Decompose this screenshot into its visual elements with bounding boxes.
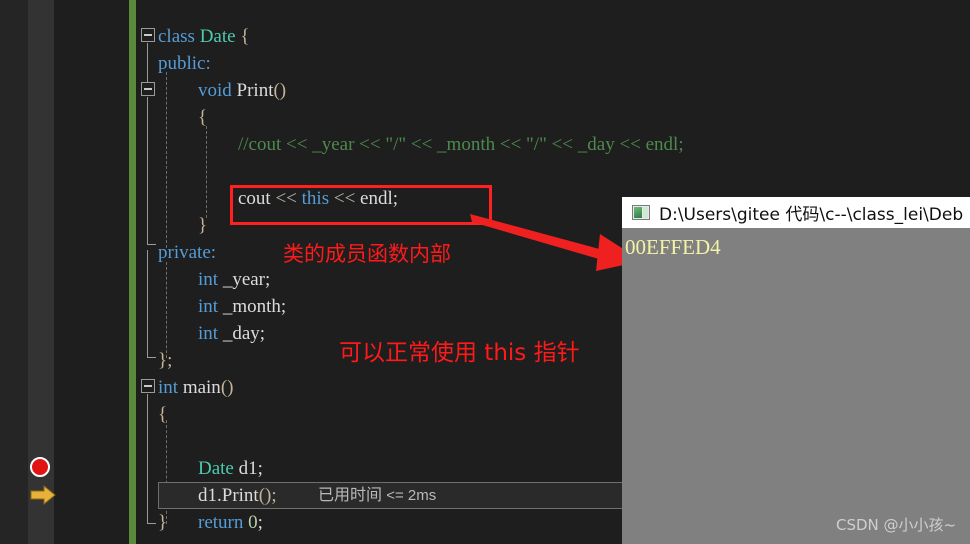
- parens: ();: [258, 485, 277, 506]
- red-highlight-box: [230, 185, 492, 225]
- variable-d1: d1;: [233, 458, 263, 479]
- change-bar: [129, 0, 136, 544]
- fold-toggle-class-date[interactable]: [141, 28, 155, 42]
- indent-guide: [166, 262, 167, 358]
- code-line-159: Date d1;: [198, 455, 263, 482]
- member-year: _year;: [222, 269, 271, 290]
- annotation-note-1: 类的成员函数内部: [283, 242, 451, 266]
- literal-zero: 0: [243, 512, 258, 533]
- keyword-private: private:: [158, 242, 217, 263]
- fold-guide-elbow: [147, 523, 156, 524]
- fold-toggle-main[interactable]: [141, 379, 155, 393]
- indent-guide: [206, 126, 207, 218]
- variable-d1: d1.: [198, 485, 222, 506]
- code-line-152: int _year;: [198, 266, 270, 293]
- keyword-int: int: [198, 269, 219, 290]
- console-title-text: D:\Users\gitee 代码\c--\class_lei\Deb: [659, 205, 964, 225]
- code-line-155: };: [158, 347, 172, 374]
- code-line-150: }: [198, 212, 207, 239]
- brace: }: [158, 512, 168, 533]
- code-line-162: }: [158, 509, 167, 536]
- console-app-icon: [632, 205, 650, 220]
- code-line-145: void Print(): [198, 77, 286, 104]
- code-line-154: int _day;: [198, 320, 265, 347]
- member-month: _month;: [222, 296, 287, 317]
- code-line-157: {: [158, 401, 167, 428]
- codelens-value: <= 2ms: [386, 487, 437, 504]
- code-line-143: class Date {: [158, 23, 249, 50]
- brace: {: [158, 404, 168, 425]
- console-output-text: 00EFFED4: [625, 235, 721, 259]
- brace: }: [198, 215, 208, 236]
- code-line-153: int _month;: [198, 293, 286, 320]
- code-line-161: return 0;: [198, 509, 263, 536]
- console-title-bar[interactable]: D:\Users\gitee 代码\c--\class_lei\Deb: [622, 197, 970, 228]
- keyword-return: return: [198, 512, 244, 533]
- comment-text: //cout << _year << "/" << _month << "/" …: [238, 134, 684, 155]
- code-line-156: int main(): [158, 374, 233, 401]
- parens: (): [220, 377, 234, 398]
- semicolon: ;: [257, 512, 263, 533]
- fold-guide-elbow: [147, 357, 156, 358]
- keyword-void: void: [198, 80, 232, 101]
- code-line-160: d1.Print();: [198, 482, 277, 509]
- fold-toggle-print[interactable]: [141, 82, 155, 96]
- type-date: Date: [199, 26, 236, 47]
- keyword-class: class: [158, 26, 195, 47]
- fold-guide: [147, 97, 148, 244]
- keyword-int: int: [158, 377, 179, 398]
- annotation-note-2: 可以正常使用 this 指针: [339, 340, 580, 366]
- fold-guide-elbow: [147, 244, 156, 245]
- member-day: _day;: [222, 323, 266, 344]
- watermark: CSDN @小小孩~: [836, 516, 957, 534]
- breakpoint-glyph[interactable]: [30, 457, 50, 477]
- brace: {: [198, 107, 208, 128]
- codelens-elapsed-time[interactable]: 已用时间 <= 2ms: [318, 482, 436, 509]
- codelens-label: 已用时间: [318, 487, 383, 504]
- fold-guide: [147, 250, 148, 358]
- editor-outer-margin: [0, 0, 28, 544]
- brace: };: [158, 350, 173, 371]
- code-line-151: private:: [158, 239, 216, 266]
- function-name-print: Print: [236, 80, 274, 101]
- code-line-147: //cout << _year << "/" << _month << "/" …: [238, 131, 684, 158]
- type-date: Date: [198, 458, 234, 479]
- code-line-146: {: [198, 104, 207, 131]
- parens: (): [273, 80, 287, 101]
- keyword-int: int: [198, 296, 219, 317]
- indent-guide: [166, 72, 167, 248]
- fold-guide: [147, 394, 148, 524]
- keyword-public: public:: [158, 53, 211, 74]
- console-output-area[interactable]: 00EFFED4: [622, 228, 970, 544]
- keyword-int: int: [198, 323, 219, 344]
- current-statement-arrow-icon: [30, 485, 56, 505]
- code-line-144: public:: [158, 50, 211, 77]
- line-number-column: [54, 0, 124, 544]
- function-name-main: main: [182, 377, 221, 398]
- method-print: Print: [221, 485, 259, 506]
- console-window[interactable]: D:\Users\gitee 代码\c--\class_lei\Deb 00EF…: [622, 197, 970, 544]
- brace: {: [240, 26, 250, 47]
